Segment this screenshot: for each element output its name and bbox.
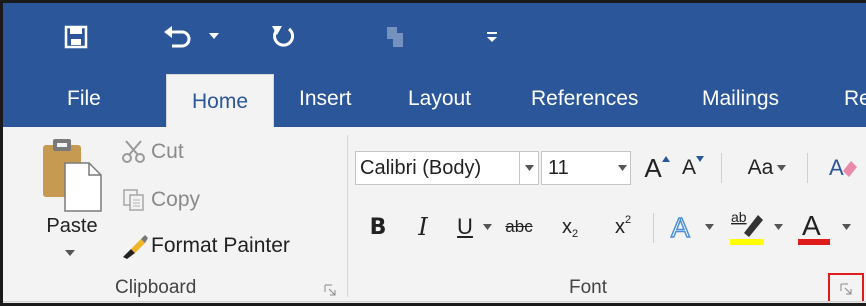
touch-mode-icon: [387, 27, 403, 47]
text-effects-button[interactable]: A: [666, 207, 700, 247]
save-button[interactable]: [58, 17, 94, 57]
font-name-dropdown[interactable]: [519, 151, 539, 185]
highlighter-icon: ab: [730, 209, 764, 245]
font-color-button[interactable]: A: [794, 205, 834, 249]
caret-down-icon: [696, 156, 704, 162]
separator: [653, 213, 654, 243]
tab-home[interactable]: Home: [166, 74, 274, 128]
caret-up-icon: [661, 156, 670, 162]
format-painter-label: Format Painter: [151, 234, 290, 257]
paste-dropdown[interactable]: [65, 247, 75, 259]
chevron-down-icon: [65, 250, 75, 256]
subscript-button[interactable]: x2: [550, 207, 590, 247]
chevron-down-icon: [209, 33, 219, 39]
ribbon-tabs: File Home Insert Layout References Maili…: [3, 70, 866, 128]
paste-button[interactable]: Paste: [35, 135, 109, 285]
undo-icon: [164, 26, 191, 48]
svg-text:ab: ab: [731, 209, 747, 225]
svg-text:A: A: [802, 210, 821, 241]
svg-text:A: A: [829, 155, 844, 180]
font-color-icon: A: [798, 210, 830, 245]
copy-icon: [121, 187, 151, 213]
group-divider: [347, 135, 348, 297]
ribbon-bottom-edge: [3, 301, 866, 303]
paste-icon: [43, 139, 102, 212]
customize-qat-icon: [487, 32, 497, 42]
grow-font-button[interactable]: A: [641, 149, 673, 187]
chevron-down-icon: [704, 224, 714, 230]
dialog-launcher-icon: [840, 283, 852, 295]
tab-review[interactable]: Re: [844, 70, 866, 127]
paste-label: Paste: [46, 215, 98, 237]
font-dialog-launcher[interactable]: [839, 282, 853, 296]
superscript-index: 2: [624, 214, 632, 226]
paintbrush-icon: [121, 233, 151, 259]
save-icon: [64, 25, 88, 49]
chevron-down-icon: [773, 224, 783, 230]
cut-label: Cut: [151, 140, 184, 163]
chevron-down-icon: [777, 165, 787, 171]
text-effects-icon: A: [670, 212, 691, 242]
undo-dropdown[interactable]: [203, 17, 225, 57]
superscript-button[interactable]: x2: [603, 207, 643, 247]
change-case-label: Aa: [747, 156, 774, 179]
clipboard-group-label: Clipboard: [115, 277, 197, 298]
repeat-button[interactable]: [265, 17, 301, 57]
chevron-down-icon: [617, 165, 627, 171]
clipboard-dialog-launcher[interactable]: [323, 283, 337, 297]
bold-button[interactable]: B: [365, 207, 391, 247]
underline-button[interactable]: U: [452, 207, 478, 247]
tab-references[interactable]: References: [531, 70, 638, 127]
highlight-color-button[interactable]: ab: [727, 205, 767, 249]
separator: [721, 153, 722, 183]
subscript-label: x: [561, 215, 572, 238]
change-case-button[interactable]: Aa: [739, 149, 795, 187]
underline-dropdown[interactable]: [480, 207, 494, 247]
format-painter-button[interactable]: Format Painter: [121, 229, 290, 263]
shrink-font-button[interactable]: A: [679, 149, 707, 187]
copy-button[interactable]: Copy: [121, 183, 200, 217]
subscript-index: 2: [571, 228, 579, 240]
font-name-box[interactable]: Calibri (Body): [355, 151, 539, 185]
chevron-down-icon: [841, 224, 851, 230]
font-size-dropdown[interactable]: [613, 151, 631, 185]
undo-button[interactable]: [153, 17, 201, 57]
italic-button[interactable]: I: [410, 207, 436, 247]
scissors-icon: [121, 139, 151, 165]
redo-icon: [272, 26, 294, 47]
svg-text:A: A: [671, 212, 690, 242]
dialog-launcher-icon: [324, 284, 336, 296]
clear-formatting-icon: A: [829, 155, 857, 180]
word-window: File Home Insert Layout References Maili…: [0, 0, 866, 306]
font-group-label: Font: [569, 277, 608, 298]
customize-qat-button[interactable]: [481, 17, 503, 57]
tab-layout[interactable]: Layout: [408, 70, 471, 127]
superscript-label: x: [614, 215, 625, 238]
tab-mailings[interactable]: Mailings: [702, 70, 779, 127]
clear-formatting-button[interactable]: A: [823, 149, 863, 187]
strikethrough-button[interactable]: abc: [497, 207, 541, 247]
tab-file[interactable]: File: [67, 70, 101, 127]
chevron-down-icon: [482, 224, 492, 230]
text-effects-dropdown[interactable]: [702, 207, 716, 247]
separator: [807, 153, 808, 183]
shrink-font-label: A: [681, 156, 696, 179]
copy-label: Copy: [151, 188, 201, 211]
highlight-dropdown[interactable]: [771, 207, 785, 247]
grow-font-label: A: [644, 152, 662, 183]
tab-insert[interactable]: Insert: [299, 70, 352, 127]
font-color-dropdown[interactable]: [839, 207, 853, 247]
chevron-down-icon: [524, 165, 534, 171]
ribbon-home: Paste Cut Copy Format Painter Clipboard …: [3, 127, 866, 303]
cut-button[interactable]: Cut: [121, 135, 184, 169]
title-bar: [3, 3, 866, 70]
touch-mode-button[interactable]: [378, 17, 414, 57]
